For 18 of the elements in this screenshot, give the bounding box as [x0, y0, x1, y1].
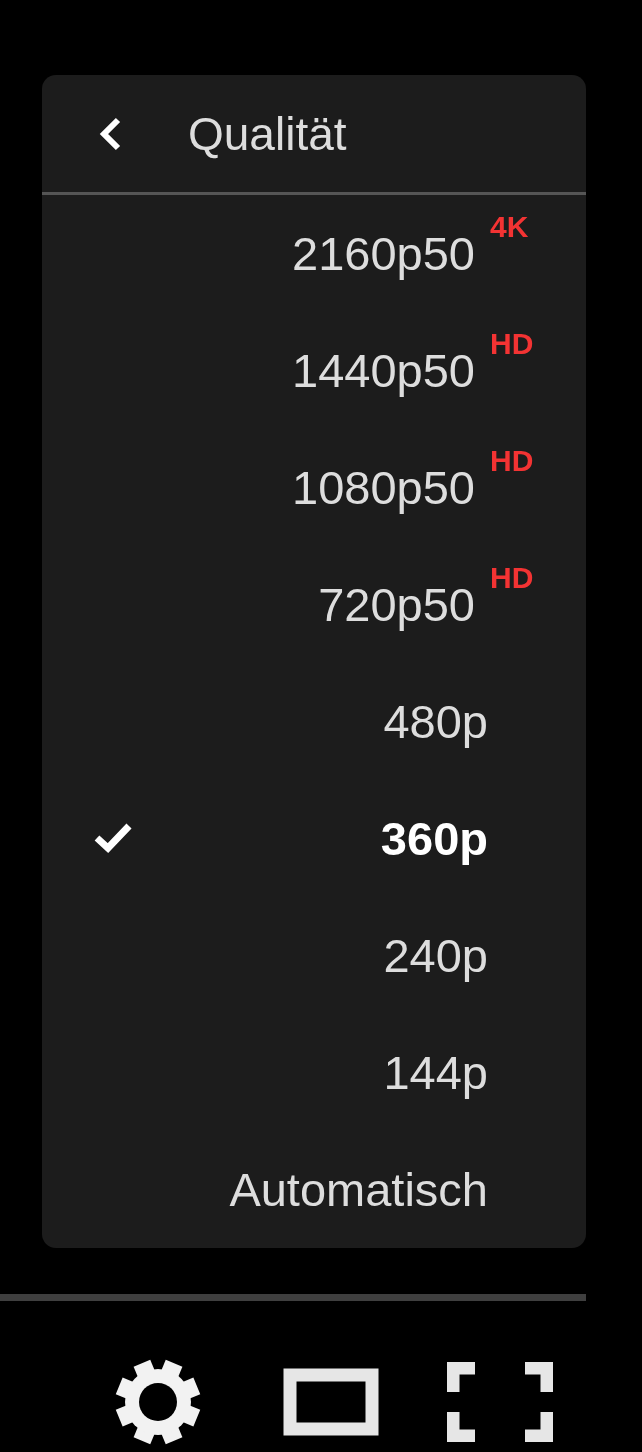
settings-icon[interactable] — [115, 1359, 201, 1445]
quality-option[interactable]: 1080p50 HD — [42, 429, 586, 546]
quality-option[interactable]: 240p — [42, 897, 586, 1014]
resolution-label: HD — [490, 561, 534, 595]
fullscreen-icon[interactable] — [447, 1362, 553, 1442]
menu-title: Qualität — [188, 106, 347, 161]
theater-mode-icon[interactable] — [283, 1368, 379, 1436]
quality-option[interactable]: 480p — [42, 663, 586, 780]
quality-option[interactable]: 720p50 HD — [42, 546, 586, 663]
resolution-label: 4K — [490, 210, 529, 244]
quality-option[interactable]: 1440p50 HD — [42, 312, 586, 429]
resolution-label: HD — [490, 327, 534, 361]
quality-option[interactable]: Automatisch — [42, 1131, 586, 1248]
quality-option[interactable]: 360p — [42, 780, 586, 897]
checkmark-icon — [94, 821, 132, 853]
quality-option[interactable]: 2160p50 4K — [42, 195, 586, 312]
resolution-label: HD — [490, 444, 534, 478]
quality-option[interactable]: 144p — [42, 1014, 586, 1131]
